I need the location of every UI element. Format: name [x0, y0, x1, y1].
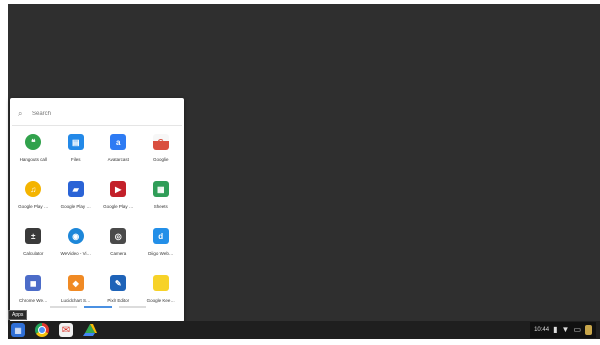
launcher-grid-icon: ▦	[14, 325, 22, 335]
app-tile-avatarcast[interactable]: a Avatarcast	[97, 132, 140, 166]
status-tray[interactable]: 10:44 ▮ ▼ ▭	[530, 322, 596, 338]
drive-icon[interactable]	[83, 323, 97, 337]
app-tile-wevideo[interactable]: ◉ WeVideo - Vi…	[55, 226, 98, 260]
play-music-icon: ♫	[25, 181, 42, 197]
gmail-envelope-icon: ✉	[61, 324, 71, 336]
app-tile-sheets[interactable]: ▦ Sheets	[140, 179, 183, 213]
search-divider	[12, 125, 182, 126]
wifi-icon: ▼	[561, 325, 570, 334]
google-keep-icon: ■	[152, 275, 169, 291]
lucidchart-icon: ◆	[67, 275, 84, 291]
app-label: Pixlr Editor	[107, 298, 130, 303]
hangouts-icon: ❝	[25, 134, 42, 150]
pager-page-1[interactable]	[50, 306, 78, 308]
app-label: Diigo Web…	[148, 251, 174, 256]
app-tile-hangouts[interactable]: ❝ Hangouts call	[12, 132, 55, 166]
notification-icon: ▮	[553, 325, 558, 334]
app-tile-play-movies[interactable]: ▶ Google Play …	[97, 179, 140, 213]
app-tile-lucidchart[interactable]: ◆ Lucidchart S…	[55, 273, 98, 307]
app-tile-googlie[interactable]: G Googlie	[140, 132, 183, 166]
app-tile-chrome-web-store[interactable]: ◼ Chrome We…	[12, 273, 55, 307]
play-movies-icon: ▶	[110, 181, 127, 197]
app-label: Google Play …	[18, 204, 49, 209]
pixlr-editor-icon: ✎	[110, 275, 127, 291]
camera-icon: ◎	[110, 228, 127, 244]
drive-logo-icon	[83, 324, 97, 336]
app-tile-google-keep[interactable]: ■ Google Kee…	[140, 273, 183, 307]
app-label: Files	[70, 157, 81, 162]
files-icon: ▤	[67, 134, 84, 150]
search-input[interactable]	[32, 111, 152, 117]
wevideo-icon: ◉	[67, 228, 84, 244]
app-tile-pixlr-editor[interactable]: ✎ Pixlr Editor	[97, 273, 140, 307]
app-tile-files[interactable]: ▤ Files	[55, 132, 98, 166]
play-books-icon: ▰	[67, 181, 84, 197]
shelf-tooltip: Apps	[8, 310, 28, 320]
sheets-icon: ▦	[152, 181, 169, 197]
chrome-icon[interactable]	[35, 323, 49, 337]
pager-page-3[interactable]	[118, 306, 146, 308]
app-label: Lucidchart S…	[60, 298, 91, 303]
avatarcast-icon: a	[110, 134, 127, 150]
app-label: Camera	[110, 251, 127, 256]
app-label: Sheets	[153, 204, 168, 209]
app-label: Googlie	[152, 157, 169, 162]
app-label: Avatarcast	[107, 157, 129, 162]
app-label: Chrome We…	[19, 298, 48, 303]
shelf: ▦ ✉ 10:44 ▮ ▼ ▭	[8, 321, 600, 339]
app-label: WeVideo - Vi…	[60, 251, 91, 256]
battery-icon: ▭	[573, 325, 581, 334]
app-label: Hangouts call	[19, 157, 47, 162]
launcher-search-row: ⌕	[18, 106, 174, 122]
pager-page-2[interactable]	[84, 306, 112, 308]
app-label: Calculator	[23, 251, 44, 256]
app-label: Google Play …	[60, 204, 91, 209]
calculator-icon: ±	[25, 228, 42, 244]
app-tile-play-music[interactable]: ♫ Google Play …	[12, 179, 55, 213]
app-tile-diigo[interactable]: d Diigo Web…	[140, 226, 183, 260]
app-tile-play-books[interactable]: ▰ Google Play …	[55, 179, 98, 213]
app-label: Google Kee…	[146, 298, 175, 303]
app-tile-camera[interactable]: ◎ Camera	[97, 226, 140, 260]
gmail-icon[interactable]: ✉	[59, 323, 73, 337]
clock-text: 10:44	[534, 327, 550, 333]
app-label: Google Play …	[103, 204, 134, 209]
googlie-icon: G	[152, 134, 169, 150]
search-icon: ⌕	[18, 109, 23, 118]
diigo-icon: d	[152, 228, 169, 244]
launcher-pager	[50, 306, 146, 309]
launcher-button[interactable]: ▦	[11, 323, 25, 337]
app-launcher: ⌕ ❝ Hangouts call ▤ Files a Avatarcast G…	[10, 98, 184, 322]
user-avatar	[585, 325, 592, 335]
app-grid: ❝ Hangouts call ▤ Files a Avatarcast G G…	[12, 132, 182, 307]
chrome-web-store-icon: ◼	[25, 275, 42, 291]
app-tile-calculator[interactable]: ± Calculator	[12, 226, 55, 260]
